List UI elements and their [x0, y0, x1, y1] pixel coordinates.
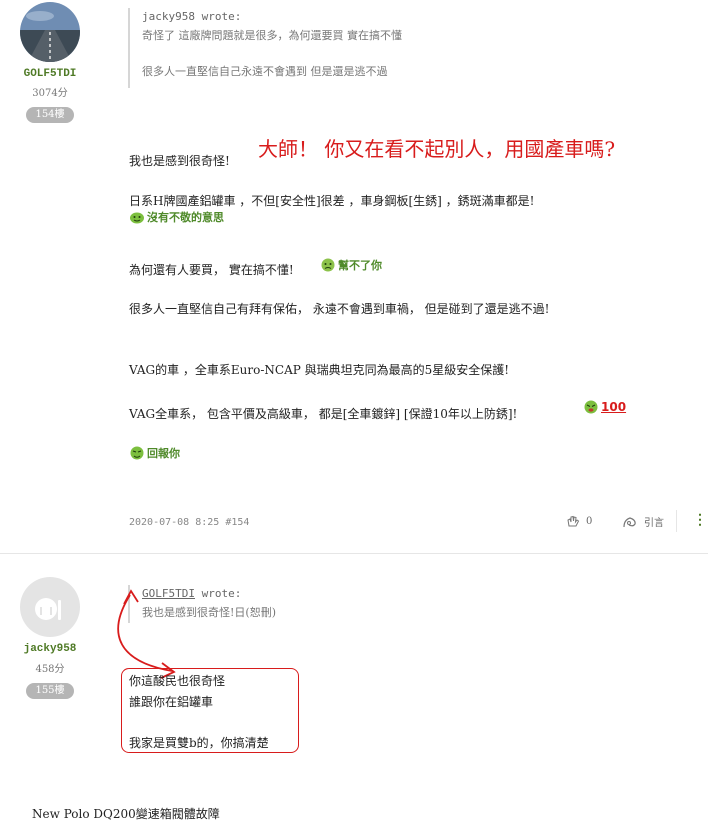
- author-points: 458分: [35, 664, 65, 675]
- quote-line: 奇怪了 這廠牌問題就是很多，為何還要買 實在搞不懂: [142, 29, 402, 42]
- helpless-emoji-icon: [321, 258, 335, 272]
- emoji-label: 幫不了你: [338, 259, 382, 272]
- more-options-icon[interactable]: ⋮: [693, 512, 707, 528]
- emoji-sticker: 100: [583, 400, 626, 414]
- post-line: 很多人一直堅信自己有拜有保佑， 永遠不會遇到車禍， 但是碰到了還是逃不過!: [129, 302, 550, 316]
- quote-block: jacky958 wrote: 奇怪了 這廠牌問題就是很多，為何還要買 實在搞不…: [128, 8, 662, 88]
- emoji-sticker: 沒有不敬的意思: [129, 209, 224, 225]
- clap-icon: [567, 515, 580, 527]
- angry-emoji-icon: [584, 400, 598, 414]
- post-line: 誰跟你在鋁罐車: [129, 695, 214, 709]
- post-meta: 2020-07-08 8:25 #154: [129, 517, 250, 528]
- post-line: 我家是買雙b的，你搞清楚: [129, 736, 269, 750]
- quote-icon: [623, 516, 636, 527]
- post-line: 你這酸民也很奇怪: [129, 674, 226, 688]
- floor-badge: 154樓: [26, 107, 74, 123]
- revenge-emoji-icon: [130, 446, 144, 460]
- cite-button[interactable]: 引言: [622, 514, 664, 529]
- like-count: 0: [586, 515, 593, 527]
- cite-label: 引言: [644, 518, 664, 529]
- post-line: 日系H牌國產鋁罐車 ，不但[安全性]很差 ，車身鋼板[生銹] ，銹斑滿車都是!: [129, 194, 535, 208]
- emoji-sticker: 回報你: [129, 445, 180, 461]
- red-annotation: 大師！ 你又在看不起別人，用國產車嗎?: [258, 137, 616, 161]
- avatar[interactable]: [20, 2, 80, 62]
- emoji-label: 回報你: [147, 447, 180, 460]
- quote-line: 很多人一直堅信自己永遠不會遇到 但是還是逃不過: [142, 65, 388, 78]
- post-line: VAG的車 ，全車系Euro-NCAP 與瑞典坦克同為最高的5星級安全保護!: [129, 363, 510, 377]
- author-name[interactable]: GOLF5TDI: [10, 68, 90, 80]
- author-points: 3074分: [32, 88, 68, 99]
- hundred-badge: 100: [601, 400, 627, 414]
- emoji-label: 沒有不敬的意思: [147, 211, 224, 224]
- author-name[interactable]: jacky958: [10, 643, 90, 655]
- sorry-emoji-icon: [130, 212, 144, 224]
- like-button[interactable]: 0: [566, 514, 592, 528]
- quote-author: jacky958 wrote:: [142, 10, 242, 23]
- footer-title[interactable]: New Polo DQ200變速箱閥體故障: [32, 805, 220, 822]
- post-line: 我也是感到很奇怪!: [129, 154, 230, 168]
- floor-badge: 155樓: [26, 683, 74, 699]
- post-line: VAG全車系， 包含平價及高級車， 都是[全車鍍鋅] [保證10年以上防銹]!: [129, 407, 518, 421]
- avatar[interactable]: [20, 577, 80, 637]
- vertical-divider: [676, 510, 677, 532]
- post-line: 為何還有人要買， 實在搞不懂!: [129, 263, 294, 277]
- emoji-sticker: 幫不了你: [320, 257, 382, 273]
- post-divider: [0, 553, 708, 554]
